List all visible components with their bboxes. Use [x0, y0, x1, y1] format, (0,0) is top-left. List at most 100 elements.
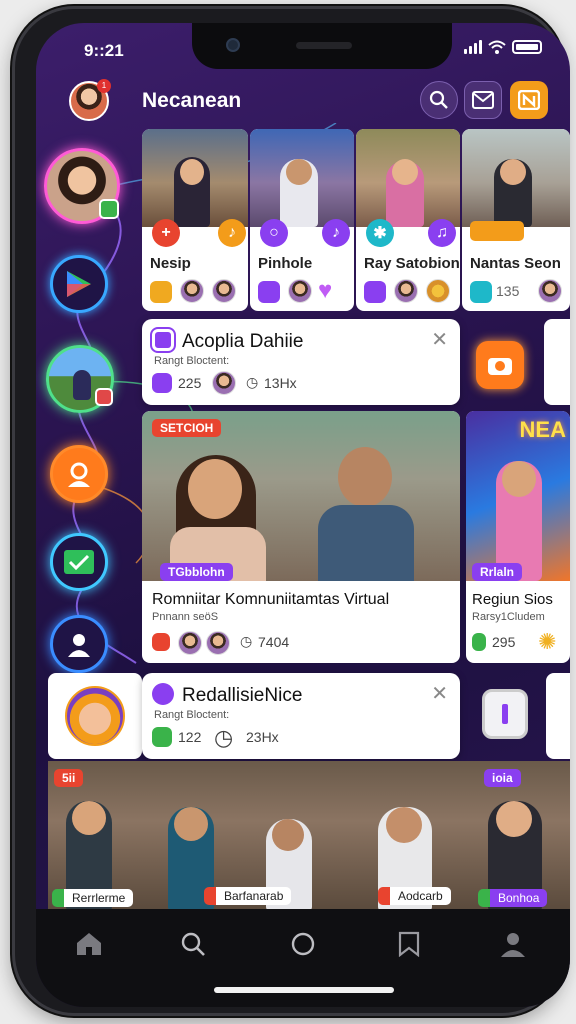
- strip-label[interactable]: Barfanarab: [204, 887, 292, 905]
- feature-flag-icon: [152, 633, 170, 651]
- feature-badge: TGbblohn: [160, 563, 233, 581]
- close-icon[interactable]: ✕: [431, 327, 448, 352]
- strip-tag-right: ioia: [484, 769, 521, 787]
- widget-tile[interactable]: [482, 689, 528, 739]
- info-icon: [502, 704, 508, 724]
- phone-frame: 9::21 1 Necanean + ♪ Nesip ○ ♪ Pinhole ♥…: [12, 6, 570, 1016]
- story-avatar: [212, 279, 236, 303]
- notification-badge: 1: [97, 79, 111, 93]
- nav-center[interactable]: [286, 927, 320, 961]
- clock-icon: ◷: [246, 374, 259, 390]
- story-card-4[interactable]: Nantas Seon 135: [462, 129, 570, 311]
- notification-card[interactable]: RedallisieNice Rangt Bloctent: ✕ 122 ◷ 2…: [142, 673, 460, 759]
- mail-icon: [472, 91, 494, 109]
- story-photo: [142, 129, 248, 227]
- music-icon[interactable]: ♪: [218, 219, 246, 247]
- camera-icon: [488, 358, 512, 375]
- envelope-check-icon: [64, 550, 94, 574]
- notification-card[interactable]: Acoplia Dahiie Rangt Bloctent: ✕ 225 ◷ 1…: [142, 319, 460, 405]
- community-badge: [95, 388, 113, 406]
- flag-icon: [152, 373, 172, 393]
- message-icon[interactable]: ♪: [322, 219, 350, 247]
- story-avatar: [394, 279, 418, 303]
- notification-subtitle: Rangt Bloctent:: [154, 355, 230, 367]
- sticker-card[interactable]: [48, 673, 142, 759]
- story-count: 135: [496, 283, 520, 299]
- feature-views: 7404: [258, 634, 290, 650]
- strip-label[interactable]: Rerrlerme: [52, 889, 134, 907]
- sidebar-profile-story[interactable]: [44, 148, 120, 224]
- nav-profile[interactable]: [496, 927, 530, 961]
- app-title: Necanean: [142, 89, 242, 112]
- feature-title: Romniitar Komnuniitamtas Virtual: [152, 591, 390, 608]
- story-avatar: [426, 279, 450, 303]
- story-chip: [470, 281, 492, 303]
- signal-icon: [464, 40, 482, 54]
- status-time: 9::21: [84, 41, 124, 60]
- wifi-icon: [488, 40, 506, 54]
- sidebar-item-messages[interactable]: [50, 533, 108, 591]
- account-icon: [68, 634, 90, 657]
- search-nav-icon: [181, 932, 205, 956]
- bottom-nav: [36, 909, 570, 1007]
- side-card-banner: NEA: [519, 417, 566, 442]
- news-icon: [518, 90, 540, 110]
- app-screen: 9::21 1 Necanean + ♪ Nesip ○ ♪ Pinhole ♥…: [36, 23, 570, 1007]
- nav-home[interactable]: [72, 927, 106, 961]
- close-icon[interactable]: ✕: [431, 681, 448, 706]
- bookmark-icon: [398, 931, 420, 957]
- sidebar-item-account[interactable]: [50, 615, 108, 673]
- circle-icon: [291, 932, 315, 956]
- nav-search[interactable]: [176, 927, 210, 961]
- feature-avatar: [178, 631, 202, 655]
- camera-shortcut[interactable]: [476, 341, 524, 389]
- strip-label[interactable]: Bonhoa: [478, 889, 548, 907]
- search-button[interactable]: [420, 81, 458, 119]
- story-photo: [250, 129, 354, 227]
- feature-card[interactable]: SETCIOH TGbblohn Romniitar Komnuniitamta…: [142, 411, 460, 663]
- story-avatar: [288, 279, 312, 303]
- add-icon[interactable]: +: [152, 219, 180, 247]
- story-photo: [356, 129, 460, 227]
- flag-icon: [152, 727, 172, 747]
- story-chip: [364, 281, 386, 303]
- notification-time: 23Hx: [246, 729, 279, 745]
- status-icons: [464, 40, 542, 54]
- strip-label[interactable]: Aodcarb: [378, 887, 451, 905]
- sun-icon: ✺: [538, 629, 557, 654]
- notification-avatar: [212, 371, 236, 395]
- bottom-photo-strip[interactable]: 5ii ioia Rerrlerme Barfanarab Aodcarb Bo…: [48, 761, 570, 911]
- clock-icon: ◷: [214, 725, 234, 750]
- mail-button[interactable]: [464, 81, 502, 119]
- story-photo: [462, 129, 570, 227]
- sidebar-item-community[interactable]: [46, 345, 114, 413]
- side-card[interactable]: NEA Rrlaln Regiun Sios Rarsy1Cludem 295 …: [466, 411, 570, 663]
- story-name: Ray Satobion: [364, 255, 460, 272]
- side-panel-edge: [546, 673, 570, 759]
- feature-subtitle: Pnnann seöS: [152, 611, 219, 623]
- notification-count: 225: [178, 375, 202, 391]
- community-person: [73, 370, 91, 400]
- user-avatar[interactable]: 1: [69, 79, 111, 121]
- home-indicator[interactable]: [214, 987, 394, 993]
- sidebar: [36, 133, 146, 673]
- sidebar-item-profile[interactable]: [50, 445, 108, 503]
- settings-icon[interactable]: ✱: [366, 219, 394, 247]
- news-button[interactable]: [510, 81, 548, 119]
- chat-icon[interactable]: ○: [260, 219, 288, 247]
- home-icon: [77, 933, 101, 955]
- sticker-emoji: [65, 686, 125, 746]
- story-card-2[interactable]: ○ ♪ Pinhole ♥: [250, 129, 354, 311]
- search-icon: [429, 90, 448, 109]
- notification-app-icon: [152, 683, 174, 705]
- notification-app-icon: [150, 327, 176, 353]
- music-icon[interactable]: ♫: [428, 219, 456, 247]
- side-card-badge: Rrlaln: [472, 563, 523, 581]
- nav-bookmark[interactable]: [392, 927, 426, 961]
- notification-count: 122: [178, 729, 202, 745]
- sidebar-item-play[interactable]: [50, 255, 108, 313]
- notification-title: Acoplia Dahiie: [182, 331, 304, 352]
- story-card-3[interactable]: ✱ ♫ Ray Satobion: [356, 129, 460, 311]
- notification-subtitle: Rangt Bloctent:: [154, 709, 230, 721]
- story-card-1[interactable]: + ♪ Nesip: [142, 129, 248, 311]
